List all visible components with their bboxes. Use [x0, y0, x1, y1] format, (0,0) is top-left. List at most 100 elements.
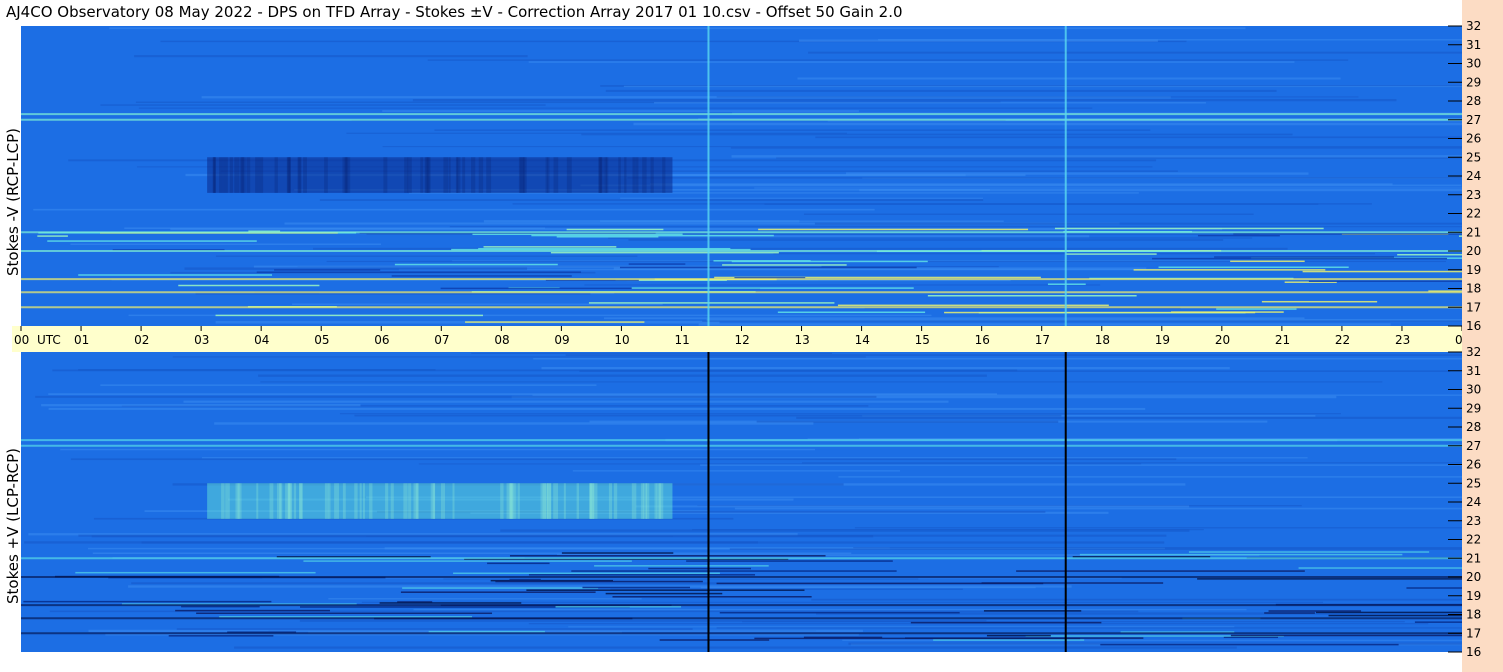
block-striation: [455, 157, 459, 193]
time-tick-label: 23: [1395, 333, 1410, 347]
texture-line: [605, 89, 1277, 92]
freq-tick-label: 32: [1466, 21, 1481, 33]
texture-line: [172, 356, 866, 358]
block-striation: [631, 483, 637, 519]
freq-tick-label: 31: [1466, 38, 1481, 52]
interference-line: [21, 291, 1462, 294]
texture-line: [412, 98, 1397, 102]
freq-tick-label: 20: [1466, 570, 1481, 584]
texture-line: [731, 155, 1462, 158]
bright-block: [207, 483, 673, 519]
interference-streak: [379, 602, 522, 604]
interference-streak: [758, 228, 1029, 231]
freq-tick-label: 32: [1466, 347, 1481, 359]
interference-streak: [722, 264, 847, 266]
block-striation: [369, 483, 373, 519]
block-striation: [613, 483, 618, 519]
block-striation: [413, 483, 419, 519]
texture-line: [533, 357, 1462, 360]
texture-line: [70, 458, 1177, 461]
texture-line: [138, 107, 1093, 109]
freq-tick-label: 20: [1466, 244, 1481, 258]
interference-streak: [1065, 253, 1157, 255]
interference-line: [21, 439, 1462, 442]
chart-title: AJ4CO Observatory 08 May 2022 - DPS on T…: [6, 3, 903, 21]
block-striation: [303, 157, 307, 193]
texture-line: [35, 395, 877, 398]
interference-streak: [1230, 260, 1305, 263]
texture-line: [584, 284, 1101, 286]
freq-tick-label: 26: [1466, 458, 1481, 472]
texture-line: [803, 213, 1254, 215]
interference-streak: [453, 572, 720, 575]
freq-tick-label: 25: [1466, 476, 1481, 490]
texture-line: [202, 457, 1308, 459]
texture-line: [124, 227, 546, 230]
block-striation: [654, 483, 657, 519]
time-tick-label: 13: [795, 333, 810, 347]
texture-line: [811, 598, 1462, 601]
block-striation: [269, 483, 274, 519]
freq-tick-label: 24: [1466, 169, 1481, 183]
interference-streak: [1302, 270, 1462, 273]
freq-tick-label: 18: [1466, 608, 1481, 622]
texture-line: [339, 413, 1342, 415]
time-tick-label: 07: [434, 333, 449, 347]
time-axis: 00 01 02 03 04 05 06 07 08 09 10 11 12 13 14 15 16 17 18 19…: [12, 326, 1462, 352]
block-striation: [420, 157, 424, 193]
freq-tick-label: 29: [1466, 401, 1481, 415]
interference-streak: [619, 266, 917, 269]
block-striation: [274, 157, 278, 193]
spectrogram-top-panel: [21, 26, 1462, 326]
interference-streak: [1047, 283, 1086, 285]
interference-line: [21, 113, 1462, 116]
interference-streak: [927, 295, 1137, 297]
block-striation: [592, 483, 598, 519]
interference-streak: [78, 274, 273, 276]
time-marker-line: [1064, 26, 1067, 326]
texture-line: [700, 464, 1462, 466]
time-tick-label: 11: [674, 333, 689, 347]
freq-tick-label: 27: [1466, 113, 1481, 127]
block-striation: [462, 157, 466, 193]
interference-streak: [719, 611, 960, 614]
texture-line: [70, 243, 381, 246]
block-striation: [404, 157, 409, 193]
interference-streak: [47, 240, 257, 242]
interference-streak: [256, 271, 582, 273]
interference-streak: [571, 570, 897, 572]
block-striation: [256, 483, 259, 519]
freq-tick-label: 17: [1466, 300, 1481, 314]
interference-line: [21, 557, 1462, 560]
block-striation: [553, 157, 559, 193]
texture-line: [716, 627, 1462, 629]
block-striation: [324, 483, 329, 519]
interference-streak: [391, 275, 572, 277]
block-striation: [287, 483, 292, 519]
interference-streak: [1268, 610, 1362, 612]
block-striation: [471, 157, 476, 193]
interference-streak: [394, 263, 558, 266]
interference-streak: [1233, 233, 1462, 235]
block-striation: [514, 483, 517, 519]
interference-streak: [178, 284, 320, 287]
block-striation: [342, 483, 346, 519]
texture-line: [623, 85, 1462, 88]
block-striation: [618, 157, 621, 193]
freq-tick-label: 25: [1466, 150, 1481, 164]
time-tick-label: 17: [1035, 333, 1050, 347]
freq-tick-label: 29: [1466, 75, 1481, 89]
block-striation: [354, 483, 358, 519]
texture-line: [692, 529, 1204, 531]
texture-line: [92, 552, 852, 554]
time-tick-label: 20: [1215, 333, 1230, 347]
texture-line: [512, 203, 1372, 205]
texture-line: [215, 255, 638, 257]
block-striation: [478, 157, 484, 193]
texture-line: [700, 586, 1036, 589]
texture-line: [730, 147, 1462, 149]
freq-tick-label: 23: [1466, 188, 1481, 202]
interference-streak: [713, 260, 811, 262]
interference-streak: [1171, 311, 1284, 313]
interference-streak: [605, 592, 723, 595]
